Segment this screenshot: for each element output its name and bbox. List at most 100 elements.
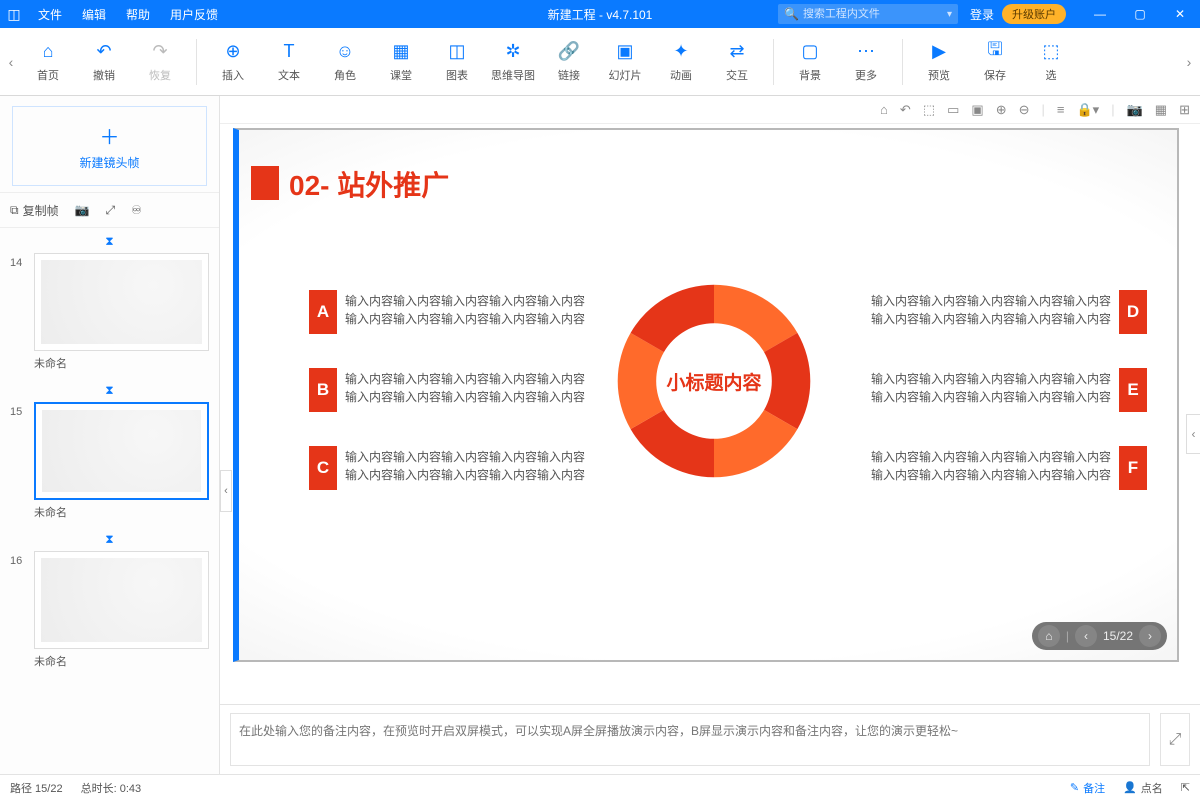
tool-文本[interactable]: T文本 — [261, 28, 317, 95]
layers-icon[interactable]: ▦ — [1155, 102, 1167, 118]
tool-首页[interactable]: ⌂首页 — [20, 28, 76, 95]
tag-B[interactable]: B — [309, 368, 337, 412]
fit-button[interactable]: ⤢ — [106, 203, 116, 218]
window-maximize[interactable]: ▢ — [1120, 0, 1160, 28]
notes-input[interactable] — [230, 713, 1150, 766]
tool-交互[interactable]: ⇄交互 — [709, 28, 765, 95]
ribbon-nav-right[interactable]: › — [1180, 54, 1198, 70]
tag-C[interactable]: C — [309, 446, 337, 490]
tool-撤销[interactable]: ↶撤销 — [76, 28, 132, 95]
text-C[interactable]: 输入内容输入内容输入内容输入内容输入内容输入内容输入内容输入内容输入内容输入内容 — [345, 448, 597, 484]
thumb-15[interactable] — [34, 402, 209, 500]
tool-角色[interactable]: ☺角色 — [317, 28, 373, 95]
tool-背景[interactable]: ▢背景 — [782, 28, 838, 95]
text-A[interactable]: 输入内容输入内容输入内容输入内容输入内容输入内容输入内容输入内容输入内容输入内容 — [345, 292, 597, 328]
首页-icon: ⌂ — [37, 41, 59, 63]
home-icon[interactable]: ⌂ — [880, 102, 888, 117]
tool-插入[interactable]: ⊕插入 — [205, 28, 261, 95]
search-caret-icon[interactable]: ▾ — [947, 9, 952, 20]
fit-width-icon[interactable]: ▭ — [947, 102, 959, 118]
sidepanel-collapse[interactable]: ‹ — [220, 470, 232, 512]
grid-icon[interactable]: ⊞ — [1179, 102, 1190, 118]
slide-nav-prev[interactable]: ‹ — [1075, 625, 1097, 647]
status-duration: 总时长: 0:43 — [81, 780, 142, 796]
tool-链接[interactable]: 🔗链接 — [541, 28, 597, 95]
menu-feedback[interactable]: 用户反馈 — [160, 6, 228, 23]
幻灯片-icon: ▣ — [614, 41, 636, 63]
timeline-icon[interactable]: ⧗ — [10, 532, 209, 547]
header-accent-square — [251, 166, 279, 200]
path-button[interactable]: ♾ — [131, 203, 142, 217]
timeline-icon[interactable]: ⧗ — [10, 234, 209, 249]
tool-动画[interactable]: ✦动画 — [653, 28, 709, 95]
tool-幻灯片[interactable]: ▣幻灯片 — [597, 28, 653, 95]
search-box[interactable]: 🔍 ▾ — [778, 4, 958, 24]
slide[interactable]: 02- 站外推广 小标题内容 A 输入内 — [233, 128, 1179, 662]
thumb-label: 未命名 — [34, 504, 209, 520]
menu-help[interactable]: 帮助 — [116, 6, 160, 23]
copy-frame-button[interactable]: ⧉复制帧 — [10, 202, 59, 219]
tool-思维导图[interactable]: ✲思维导图 — [485, 28, 541, 95]
slide-nav-home[interactable]: ⌂ — [1038, 625, 1060, 647]
thumb-14[interactable] — [34, 253, 209, 351]
课堂-icon: ▦ — [390, 41, 412, 63]
new-frame-button[interactable]: ＋ 新建镜头帧 — [12, 106, 207, 186]
align-icon[interactable]: ≡ — [1057, 102, 1065, 117]
ribbon-nav-left[interactable]: ‹ — [2, 54, 20, 70]
恢复-icon: ↷ — [149, 41, 171, 63]
tag-A[interactable]: A — [309, 290, 337, 334]
rotate-left-icon[interactable]: ↶ — [900, 102, 911, 118]
search-icon: 🔍 — [784, 7, 799, 21]
canvas[interactable]: 02- 站外推广 小标题内容 A 输入内 — [220, 124, 1200, 704]
lock-icon[interactable]: 🔒▾ — [1077, 102, 1100, 118]
tag-D[interactable]: D — [1119, 290, 1147, 334]
tool-选[interactable]: ⬚选 — [1023, 28, 1079, 95]
slide-title[interactable]: 02- 站外推广 — [289, 164, 449, 204]
segmented-ring[interactable]: 小标题内容 — [607, 274, 821, 488]
tool-预览[interactable]: ▶预览 — [911, 28, 967, 95]
window-title: 新建工程 - v4.7.101 — [548, 6, 653, 23]
zoom-in-icon[interactable]: ⊕ — [996, 102, 1007, 118]
window-close[interactable]: ✕ — [1160, 0, 1200, 28]
menu-edit[interactable]: 编辑 — [72, 6, 116, 23]
tool-课堂[interactable]: ▦课堂 — [373, 28, 429, 95]
camera-button[interactable]: 📷 — [75, 203, 90, 217]
ring-center-label[interactable]: 小标题内容 — [607, 274, 821, 488]
tag-F[interactable]: F — [1119, 446, 1147, 490]
window-minimize[interactable]: — — [1080, 0, 1120, 28]
tag-E[interactable]: E — [1119, 368, 1147, 412]
slide-nav-overlay: ⌂ | ‹ 15/22 › — [1032, 622, 1167, 650]
tool-保存[interactable]: 🖫保存 — [967, 28, 1023, 95]
text-D[interactable]: 输入内容输入内容输入内容输入内容输入内容输入内容输入内容输入内容输入内容输入内容 — [859, 292, 1111, 328]
slide-nav-next[interactable]: › — [1139, 625, 1161, 647]
text-B[interactable]: 输入内容输入内容输入内容输入内容输入内容输入内容输入内容输入内容输入内容输入内容 — [345, 370, 597, 406]
notes-area: ⤢ — [220, 704, 1200, 774]
status-bar: 路径 15/22 总时长: 0:43 ✎备注 👤点名 ⇱ — [0, 774, 1200, 800]
status-notes-button[interactable]: ✎备注 — [1070, 780, 1105, 796]
timeline-icon[interactable]: ⧗ — [10, 383, 209, 398]
tool-图表[interactable]: ◫图表 — [429, 28, 485, 95]
search-input[interactable] — [803, 8, 947, 20]
text-F[interactable]: 输入内容输入内容输入内容输入内容输入内容输入内容输入内容输入内容输入内容输入内容 — [859, 448, 1111, 484]
snapshot-icon[interactable]: 📷 — [1127, 102, 1143, 118]
titlebar: ◫ 文件 编辑 帮助 用户反馈 新建工程 - v4.7.101 🔍 ▾ 登录 升… — [0, 0, 1200, 28]
zoom-out-icon[interactable]: ⊖ — [1019, 102, 1030, 118]
tool-恢复[interactable]: ↷恢复 — [132, 28, 188, 95]
rotate-right-icon[interactable]: ⬚ — [923, 102, 935, 118]
right-panel-collapse[interactable]: ‹ — [1186, 414, 1200, 454]
预览-icon: ▶ — [928, 41, 950, 63]
frame-tools: ⧉复制帧 📷 ⤢ ♾ — [0, 192, 219, 228]
login-link[interactable]: 登录 — [970, 6, 994, 23]
fit-page-icon[interactable]: ▣ — [971, 102, 983, 118]
notes-expand[interactable]: ⤢ — [1160, 713, 1190, 766]
tool-更多[interactable]: ⋯更多 — [838, 28, 894, 95]
动画-icon: ✦ — [670, 41, 692, 63]
text-E[interactable]: 输入内容输入内容输入内容输入内容输入内容输入内容输入内容输入内容输入内容输入内容 — [859, 370, 1111, 406]
export-icon: ⇱ — [1181, 781, 1190, 794]
status-export-button[interactable]: ⇱ — [1181, 781, 1190, 794]
upgrade-button[interactable]: 升级账户 — [1002, 4, 1066, 24]
menu-file[interactable]: 文件 — [28, 6, 72, 23]
status-click-button[interactable]: 👤点名 — [1123, 780, 1163, 796]
thumb-16[interactable] — [34, 551, 209, 649]
thumb-number: 15 — [10, 402, 28, 500]
